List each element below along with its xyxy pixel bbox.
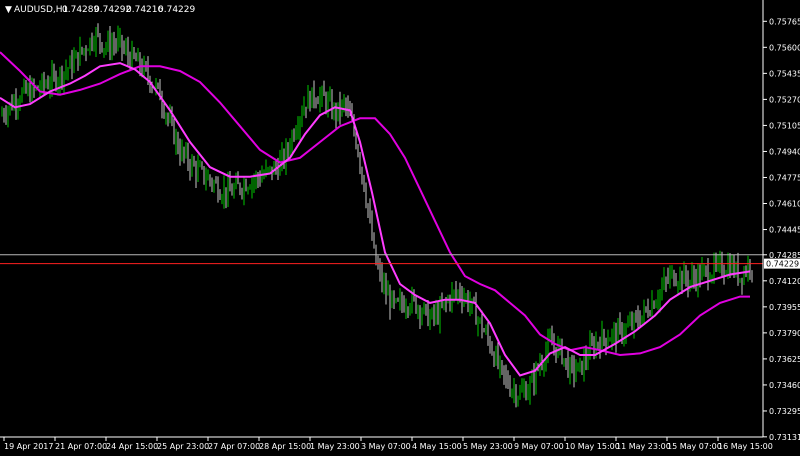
x-tick-label: 21 Apr 07:00 [55,442,107,451]
x-tick-label: 10 May 15:00 [565,442,620,451]
y-tick-label: 0.74610 [769,200,800,209]
x-tick-label: 5 May 23:00 [463,442,513,451]
x-tick-label: 15 May 07:00 [667,442,722,451]
y-tick-label: 0.75270 [769,95,800,104]
y-tick-label: 0.74940 [769,148,800,157]
y-tick-label: 0.74285 [769,251,800,260]
y-tick-label: 0.73955 [769,303,800,312]
chart-header[interactable]: ▼ AUDUSD,H1 0.74289 0.74292 0.74216 0.74… [5,5,195,15]
y-tick-label: 0.75600 [769,43,800,52]
y-tick-label: 0.74445 [769,226,800,235]
chart-background [0,0,800,456]
y-tick-label: 0.73460 [769,381,800,390]
x-tick-label: 28 Apr 15:00 [259,442,311,451]
y-tick-label: 0.75435 [769,69,800,78]
y-tick-label: 0.73625 [769,355,800,364]
x-tick-label: 24 Apr 15:00 [106,442,158,451]
x-tick-label: 4 May 15:00 [412,442,462,451]
x-tick-label: 3 May 07:00 [361,442,411,451]
y-tick-label: 0.74120 [769,277,800,286]
x-tick-label: 1 May 23:00 [310,442,360,451]
current-price-tag-label: 0.74229 [766,260,799,269]
symbol-label: AUDUSD,H1 [14,5,68,15]
y-tick-label: 0.73295 [769,407,800,416]
x-tick-label: 11 May 23:00 [616,442,671,451]
y-tick-label: 0.74775 [769,174,800,183]
x-tick-label: 9 May 07:00 [514,442,564,451]
x-tick-label: 19 Apr 2017 [4,442,53,451]
x-tick-label: 16 May 15:00 [718,442,773,451]
y-tick-label: 0.73790 [769,329,800,338]
y-tick-label: 0.75105 [769,121,800,130]
y-tick-label: 0.73131 [769,433,800,442]
x-tick-label: 27 Apr 07:00 [208,442,260,451]
ohlc-close: 0.74229 [158,5,195,15]
price-chart[interactable]: 0.75765 0.75600 0.75435 0.75270 0.75105 0.749… [0,0,800,456]
y-tick-label: 0.75765 [769,17,800,26]
chart-menu-icon[interactable]: ▼ [5,5,12,15]
x-tick-label: 25 Apr 23:00 [157,442,209,451]
